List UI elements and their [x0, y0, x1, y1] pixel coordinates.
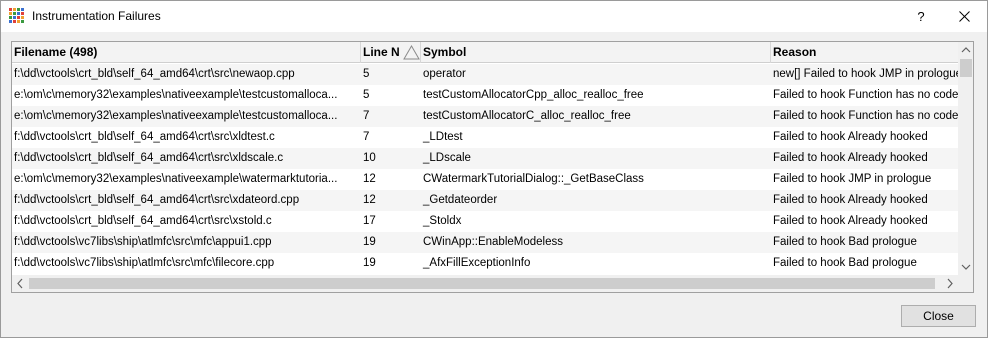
cell-filename: f:\dd\vctools\crt_bld\self_64_amd64\crt\… — [14, 68, 295, 80]
cell-filename: f:\dd\vctools\vc7libs\ship\atlmfc\src\mf… — [14, 257, 275, 269]
column-header-symbol[interactable]: Symbol — [421, 42, 771, 63]
cell-symbol: _Getdateorder — [423, 194, 498, 206]
cell-reason: new[] Failed to hook JMP in prologue — [773, 68, 958, 80]
column-header-reason[interactable]: Reason — [771, 42, 958, 63]
cell-line-number: 5 — [363, 89, 370, 101]
cell-symbol: _AfxFillExceptionInfo — [423, 257, 531, 269]
sort-ascending-icon — [403, 45, 420, 60]
scroll-down-icon[interactable] — [958, 258, 974, 275]
scroll-left-icon[interactable] — [12, 275, 29, 292]
table-row[interactable]: f:\dd\vctools\crt_bld\self_64_amd64\crt\… — [12, 127, 958, 148]
table-row[interactable]: f:\dd\vctools\vc7libs\ship\atlmfc\src\mf… — [12, 253, 958, 274]
horizontal-scrollbar[interactable] — [12, 275, 958, 292]
cell-reason: Failed to hook Already hooked — [773, 215, 928, 227]
close-button[interactable]: Close — [901, 305, 976, 327]
cell-reason: Failed to hook Already hooked — [773, 194, 928, 206]
table-row[interactable]: f:\dd\vctools\crt_bld\self_64_amd64\crt\… — [12, 211, 958, 232]
cell-reason: Failed to hook Already hooked — [773, 131, 928, 143]
cell-symbol: CWatermarkTutorialDialog::_GetBaseClass — [423, 173, 644, 185]
cell-line-number: 12 — [363, 194, 376, 206]
cell-symbol: CWinApp::EnableModeless — [423, 236, 563, 248]
window-title: Instrumentation Failures — [32, 9, 161, 23]
cell-filename: e:\om\c\memory32\examples\nativeexample\… — [14, 89, 338, 101]
table-row[interactable]: f:\dd\vctools\crt_bld\self_64_amd64\crt\… — [12, 148, 958, 169]
column-header-line-number[interactable]: Line N — [361, 42, 421, 63]
cell-reason: Failed to hook Function has no code — [773, 89, 958, 101]
cell-line-number: 7 — [363, 110, 370, 122]
cell-filename: e:\om\c\memory32\examples\nativeexample\… — [14, 173, 338, 185]
horizontal-scroll-thumb[interactable] — [29, 278, 935, 289]
table-row[interactable]: f:\dd\vctools\crt_bld\self_64_amd64\crt\… — [12, 190, 958, 211]
cell-filename: f:\dd\vctools\crt_bld\self_64_amd64\crt\… — [14, 152, 284, 164]
cell-line-number: 10 — [363, 152, 376, 164]
instrumentation-grid-icon — [9, 8, 25, 24]
cell-filename: f:\dd\vctools\vc7libs\ship\atlmfc\src\mf… — [14, 236, 272, 248]
cell-reason: Failed to hook Already hooked — [773, 152, 928, 164]
close-window-button[interactable] — [943, 1, 987, 32]
table-row[interactable]: e:\om\c\memory32\examples\nativeexample\… — [12, 106, 958, 127]
table-row[interactable]: e:\om\c\memory32\examples\nativeexample\… — [12, 169, 958, 190]
cell-filename: f:\dd\vctools\crt_bld\self_64_amd64\crt\… — [14, 131, 275, 143]
cell-symbol: _Stoldx — [423, 215, 462, 227]
cell-line-number: 7 — [363, 131, 370, 143]
table-row[interactable]: f:\dd\vctools\crt_bld\self_64_amd64\crt\… — [12, 64, 958, 85]
scroll-up-icon[interactable] — [958, 42, 974, 59]
cell-symbol: _LDtest — [423, 131, 463, 143]
scroll-right-icon[interactable] — [941, 275, 958, 292]
scrollbar-corner — [958, 275, 973, 292]
column-header-filename[interactable]: Filename (498) — [12, 42, 361, 63]
cell-filename: e:\om\c\memory32\examples\nativeexample\… — [14, 110, 338, 122]
cell-reason: Failed to hook Bad prologue — [773, 236, 917, 248]
close-icon — [959, 11, 970, 22]
vertical-scroll-thumb[interactable] — [960, 59, 972, 77]
cell-reason: Failed to hook JMP in prologue — [773, 173, 932, 185]
title-bar: Instrumentation Failures ? — [1, 1, 987, 32]
column-header-line-number-label: Line N — [363, 45, 400, 59]
table-body: f:\dd\vctools\crt_bld\self_64_amd64\crt\… — [12, 64, 958, 274]
help-button[interactable]: ? — [901, 1, 941, 32]
failures-table: Filename (498) Line N Symbol Reason f:\d… — [11, 41, 974, 293]
cell-line-number: 5 — [363, 68, 370, 80]
table-header: Filename (498) Line N Symbol Reason — [12, 42, 958, 63]
cell-reason: Failed to hook Function has no code — [773, 110, 958, 122]
cell-line-number: 19 — [363, 257, 376, 269]
cell-symbol: testCustomAllocatorC_alloc_realloc_free — [423, 110, 631, 122]
cell-reason: Failed to hook Bad prologue — [773, 257, 917, 269]
cell-line-number: 17 — [363, 215, 376, 227]
cell-symbol: _LDscale — [423, 152, 471, 164]
instrumentation-failures-dialog: Instrumentation Failures ? Filename (498… — [0, 0, 988, 338]
cell-filename: f:\dd\vctools\crt_bld\self_64_amd64\crt\… — [14, 215, 272, 227]
cell-symbol: operator — [423, 68, 466, 80]
cell-line-number: 19 — [363, 236, 376, 248]
cell-symbol: testCustomAllocatorCpp_alloc_realloc_fre… — [423, 89, 644, 101]
cell-line-number: 12 — [363, 173, 376, 185]
vertical-scrollbar[interactable] — [958, 42, 974, 275]
cell-filename: f:\dd\vctools\crt_bld\self_64_amd64\crt\… — [14, 194, 300, 206]
table-row[interactable]: f:\dd\vctools\vc7libs\ship\atlmfc\src\mf… — [12, 232, 958, 253]
table-row[interactable]: e:\om\c\memory32\examples\nativeexample\… — [12, 85, 958, 106]
